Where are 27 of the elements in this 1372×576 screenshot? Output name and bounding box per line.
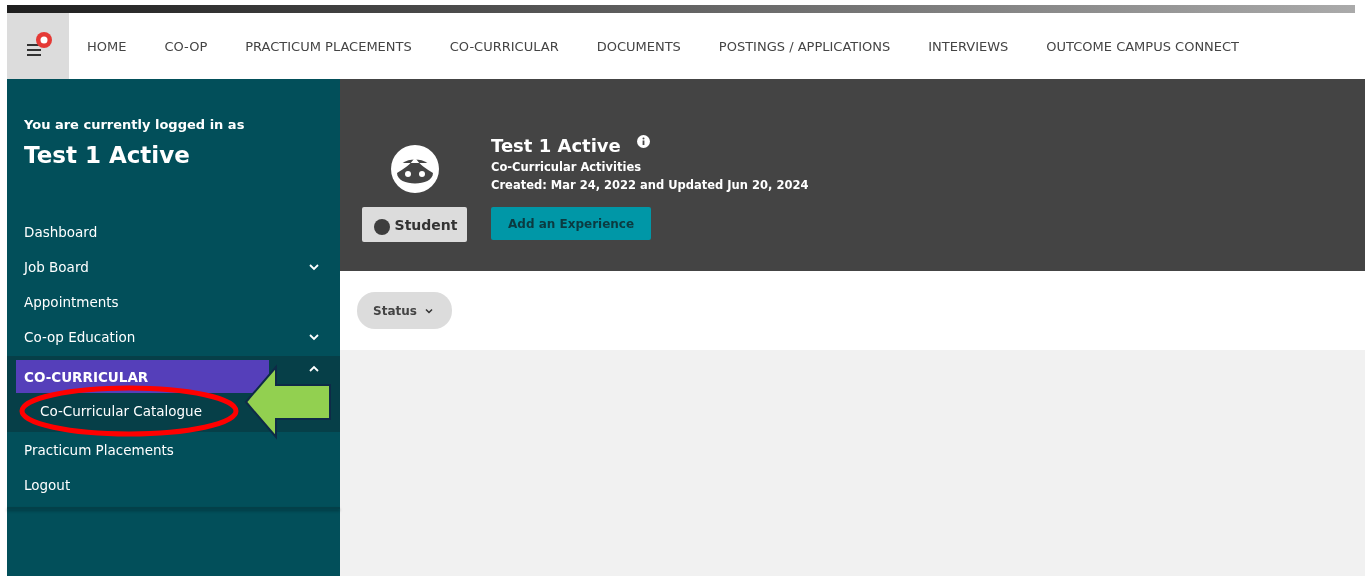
profile-subtitle: Co-Curricular Activities <box>491 160 643 174</box>
nav-link[interactable]: CO-CURRICULAR <box>447 38 561 54</box>
info-icon[interactable] <box>636 135 650 148</box>
profile-name: Test 1 Active <box>491 135 621 156</box>
sidebar-subitem[interactable]: Co-Curricular Catalogue <box>16 393 340 429</box>
role-label: Student <box>394 216 458 233</box>
nav-link[interactable]: DOCUMENTS <box>594 38 683 54</box>
user-name: Test 1 Active <box>23 142 191 168</box>
login-caption: You are currently logged in as <box>23 117 246 132</box>
status-dot-icon <box>373 218 390 235</box>
profile-dates: Created: Mar 24, 2022 and Updated Jun 20, 2024 <box>491 178 809 192</box>
nav-link[interactable]: CO-OP <box>162 38 210 54</box>
avatar-icon <box>388 143 441 195</box>
status-filter-button[interactable]: Status <box>357 292 452 329</box>
sidebar-item[interactable]: Practicum Placements <box>7 441 174 458</box>
nav-link[interactable]: INTERVIEWS <box>926 38 1011 54</box>
sidebar-item[interactable]: Job Board <box>7 258 89 275</box>
add-experience-button[interactable]: Add an Experience <box>491 207 652 240</box>
sidebar-item[interactable]: Dashboard <box>7 223 98 240</box>
menu-button[interactable] <box>7 13 69 79</box>
nav-link[interactable]: HOME <box>85 38 129 54</box>
sidebar-item[interactable]: Co-op Education <box>7 328 136 345</box>
nav-link[interactable]: OUTCOME CAMPUS CONNECT <box>1044 38 1242 54</box>
nav-link[interactable]: PRACTICUM PLACEMENTS <box>243 38 414 54</box>
sidebar-item[interactable]: Logout <box>7 476 71 493</box>
sidebar-item[interactable]: Appointments <box>7 293 119 310</box>
nav-link[interactable]: POSTINGS / APPLICATIONS <box>716 38 893 54</box>
